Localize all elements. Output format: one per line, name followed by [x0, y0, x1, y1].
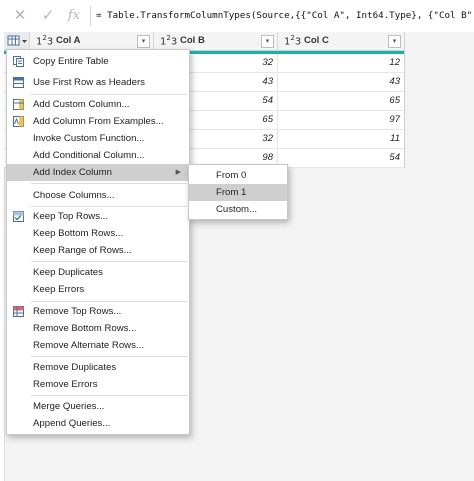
- keep-rows-icon: [13, 211, 24, 222]
- integer-type-icon[interactable]: 123: [160, 34, 177, 47]
- menu-item-copy-entire-table[interactable]: Copy Entire Table: [7, 53, 189, 70]
- chevron-down-icon[interactable]: ▾: [137, 35, 150, 48]
- menu-item-label: Add Index Column: [33, 167, 112, 178]
- integer-type-icon[interactable]: 123: [36, 34, 53, 47]
- check-icon[interactable]: ✓: [38, 7, 58, 25]
- chevron-down-icon[interactable]: ▾: [388, 35, 401, 48]
- menu-item-remove-top-rows[interactable]: Remove Top Rows...: [7, 303, 189, 320]
- table-cell[interactable]: 54: [278, 149, 404, 167]
- menu-item-label: Remove Top Rows...: [33, 306, 122, 317]
- menu-item-label: Append Queries...: [33, 418, 111, 429]
- menu-item-keep-bottom-rows[interactable]: Keep Bottom Rows...: [7, 225, 189, 242]
- menu-item-label: Add Custom Column...: [33, 99, 130, 110]
- menu-divider: [31, 94, 187, 95]
- menu-item-label: Keep Bottom Rows...: [33, 228, 124, 239]
- menu-item-label: Add Column From Examples...: [33, 116, 164, 127]
- submenu-item-label: From 1: [216, 187, 247, 198]
- column-header-col-c[interactable]: 123 Col C ▾: [278, 32, 404, 50]
- column-header-col-a[interactable]: 123 Col A ▾: [30, 32, 154, 50]
- table-cell[interactable]: 97: [278, 111, 404, 129]
- menu-item-merge-queries[interactable]: Merge Queries...: [7, 398, 189, 415]
- menu-item-add-conditional-column[interactable]: Add Conditional Column...: [7, 147, 189, 164]
- custom-column-icon: [13, 99, 24, 110]
- column-name: Col B: [180, 35, 205, 46]
- index-column-submenu: From 0 From 1 Custom...: [188, 164, 288, 220]
- menu-item-keep-duplicates[interactable]: Keep Duplicates: [7, 264, 189, 281]
- table-cell[interactable]: 65: [278, 92, 404, 110]
- menu-item-label: Add Conditional Column...: [33, 150, 145, 161]
- menu-item-label: Use First Row as Headers: [33, 77, 145, 88]
- menu-item-choose-columns[interactable]: Choose Columns...: [7, 187, 189, 204]
- menu-item-keep-range-of-rows[interactable]: Keep Range of Rows...: [7, 242, 189, 259]
- submenu-item-label: Custom...: [216, 204, 258, 215]
- menu-item-label: Keep Errors: [33, 284, 85, 295]
- menu-item-label: Remove Duplicates: [33, 362, 117, 373]
- table-cell[interactable]: 12: [278, 54, 404, 72]
- menu-item-label: Choose Columns...: [33, 190, 115, 201]
- menu-item-label: Copy Entire Table: [33, 56, 109, 67]
- table-cell[interactable]: 11: [278, 130, 404, 148]
- copy-table-icon: [13, 56, 24, 67]
- formula-divider: [90, 6, 91, 26]
- menu-divider: [31, 395, 187, 396]
- menu-item-remove-bottom-rows[interactable]: Remove Bottom Rows...: [7, 320, 189, 337]
- chevron-right-icon: ▶: [175, 169, 181, 176]
- integer-type-icon[interactable]: 123: [284, 34, 301, 47]
- headers-icon: [13, 77, 24, 88]
- menu-divider: [31, 183, 187, 184]
- menu-item-label: Remove Alternate Rows...: [33, 340, 144, 351]
- menu-divider: [31, 261, 187, 262]
- menu-item-label: Keep Duplicates: [33, 267, 103, 278]
- column-name: Col C: [304, 35, 329, 46]
- menu-divider: [31, 301, 187, 302]
- menu-item-label: Invoke Custom Function...: [33, 133, 145, 144]
- menu-item-append-queries[interactable]: Append Queries...: [7, 415, 189, 432]
- menu-item-add-custom-column[interactable]: Add Custom Column...: [7, 96, 189, 113]
- submenu-item-custom[interactable]: Custom...: [189, 201, 287, 218]
- menu-item-use-first-row-as-headers[interactable]: Use First Row as Headers: [7, 74, 189, 91]
- menu-item-keep-errors[interactable]: Keep Errors: [7, 281, 189, 298]
- table-icon: [7, 35, 27, 46]
- menu-item-invoke-custom-function[interactable]: Invoke Custom Function...: [7, 130, 189, 147]
- formula-bar: ✕ ✓ fx = Table.TransformColumnTypes(Sour…: [0, 0, 474, 33]
- menu-item-label: Remove Bottom Rows...: [33, 323, 137, 334]
- menu-item-label: Remove Errors: [33, 379, 98, 390]
- menu-item-keep-top-rows[interactable]: Keep Top Rows...: [7, 208, 189, 225]
- submenu-item-label: From 0: [216, 170, 247, 181]
- chevron-down-icon[interactable]: ▾: [261, 35, 274, 48]
- submenu-item-from-0[interactable]: From 0: [189, 167, 287, 184]
- menu-divider: [31, 206, 187, 207]
- menu-item-label: Keep Top Rows...: [33, 211, 109, 222]
- table-cell[interactable]: 43: [278, 73, 404, 91]
- menu-item-remove-duplicates[interactable]: Remove Duplicates: [7, 359, 189, 376]
- column-name: Col A: [56, 35, 81, 46]
- menu-item-remove-errors[interactable]: Remove Errors: [7, 376, 189, 393]
- menu-item-add-index-column[interactable]: Add Index Column ▶: [7, 164, 189, 181]
- table-context-menu: Copy Entire Table Use First Row as Heade…: [6, 49, 190, 435]
- formula-input[interactable]: = Table.TransformColumnTypes(Source,{{"C…: [96, 0, 474, 32]
- menu-item-label: Keep Range of Rows...: [33, 245, 132, 256]
- fx-icon[interactable]: fx: [64, 7, 84, 25]
- menu-item-add-column-from-examples[interactable]: Add Column From Examples...: [7, 113, 189, 130]
- remove-rows-icon: [13, 306, 24, 317]
- close-icon[interactable]: ✕: [10, 7, 30, 25]
- menu-divider: [31, 356, 187, 357]
- menu-item-remove-alternate-rows[interactable]: Remove Alternate Rows...: [7, 337, 189, 354]
- submenu-item-from-1[interactable]: From 1: [189, 184, 287, 201]
- menu-item-label: Merge Queries...: [33, 401, 105, 412]
- table-menu-button[interactable]: [4, 32, 30, 50]
- column-header-col-b[interactable]: 123 Col B ▾: [154, 32, 278, 50]
- examples-column-icon: [13, 116, 24, 127]
